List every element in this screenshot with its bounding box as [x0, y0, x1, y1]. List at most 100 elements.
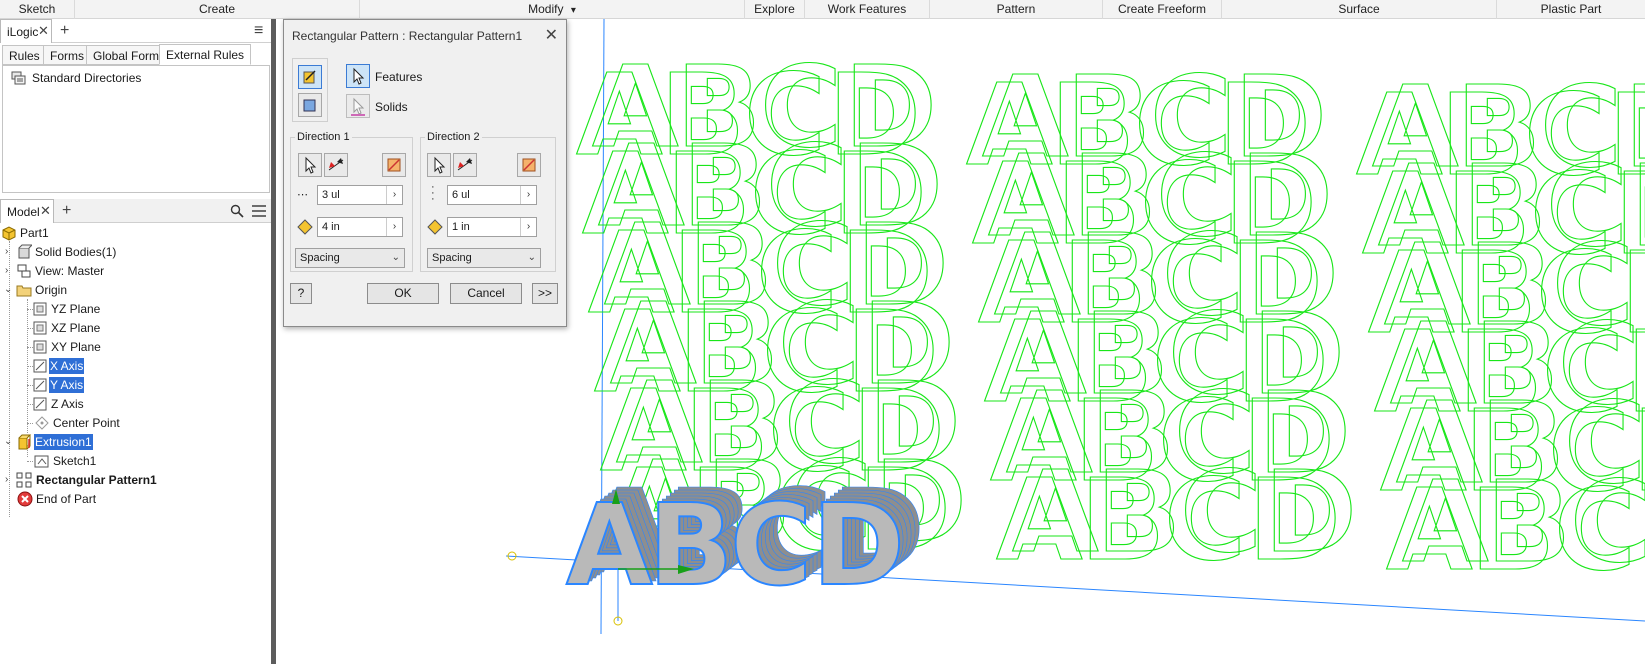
features-label: Features: [375, 70, 423, 84]
subtab-external-rules[interactable]: External Rules: [159, 44, 252, 65]
menu-icon[interactable]: [252, 205, 266, 217]
tree-item-solid-bodies[interactable]: › Solid Bodies(1): [0, 242, 271, 262]
solids-select-button[interactable]: [346, 94, 370, 118]
solids-label: Solids: [375, 100, 408, 114]
chevron-right-icon[interactable]: ›: [5, 246, 15, 258]
axis-icon: [33, 397, 47, 411]
tree-item-end-of-part[interactable]: End of Part: [0, 489, 271, 509]
extrusion1-solid[interactable]: AAAAAA BBBBBB CCCCCC DDDDDD: [565, 466, 925, 612]
direction2-flip-button[interactable]: [453, 153, 477, 177]
direction2-count-input[interactable]: 6 ul ›: [447, 185, 537, 205]
close-icon[interactable]: ✕: [40, 199, 51, 223]
tree-item-part1[interactable]: Part1: [0, 223, 271, 243]
midplane-icon: [387, 158, 401, 172]
tree-item-yz-plane[interactable]: YZ Plane: [0, 299, 271, 319]
direction1-count-input[interactable]: 3 ul ›: [317, 185, 403, 205]
direction1-flip-button[interactable]: [324, 153, 348, 177]
cursor-arrow-icon: [351, 97, 365, 116]
tree-item-origin[interactable]: ⌄ Origin: [0, 280, 271, 300]
direction1-midplane-button[interactable]: [382, 153, 406, 177]
help-button[interactable]: ?: [290, 283, 312, 304]
count-icon: · · ·: [431, 181, 435, 205]
tree-item-z-axis[interactable]: Z Axis: [0, 394, 271, 414]
ribbon: Sketch Create Modify ▾ Explore Work Feat…: [0, 0, 1645, 19]
plane-icon: [33, 340, 47, 354]
add-icon[interactable]: +: [60, 19, 69, 43]
more-options-button[interactable]: >>: [532, 283, 558, 304]
direction2-method-select[interactable]: Spacing ⌄: [427, 248, 541, 268]
chevron-right-icon[interactable]: ›: [5, 265, 15, 277]
direction2-title: Direction 2: [425, 131, 482, 143]
chevron-right-icon[interactable]: ›: [520, 186, 536, 204]
rectangular-pattern-dialog: Rectangular Pattern : Rectangular Patter…: [283, 19, 567, 327]
search-icon[interactable]: [230, 204, 244, 218]
plane-icon: [33, 302, 47, 316]
subtab-rules[interactable]: Rules: [2, 45, 47, 65]
tree-item-y-axis[interactable]: Y Axis: [0, 375, 271, 395]
sketch-icon: [34, 455, 49, 468]
direction2-select-button[interactable]: [427, 153, 451, 177]
menu-icon[interactable]: ≡: [254, 19, 263, 43]
ribbon-tab-pattern[interactable]: Pattern: [930, 0, 1103, 19]
ribbon-tab-modify-label: Modify: [528, 2, 564, 16]
ilogic-rules-list: Standard Directories: [2, 65, 270, 193]
direction1-spacing-input[interactable]: 4 in ›: [317, 217, 403, 237]
tree-item-xz-plane[interactable]: XZ Plane: [0, 318, 271, 338]
tree-item-label: Solid Bodies(1): [35, 245, 117, 259]
tree-item-label: End of Part: [36, 492, 97, 506]
chevron-down-icon[interactable]: ⌄: [4, 436, 14, 448]
spacing-icon: [297, 219, 313, 235]
direction1-method-value: Spacing: [300, 252, 340, 264]
tree-item-label: XZ Plane: [51, 321, 101, 335]
solid-bodies-icon: [18, 244, 32, 259]
tree-item-xy-plane[interactable]: XY Plane: [0, 337, 271, 357]
solid-pattern-icon: [303, 99, 316, 112]
subtab-forms[interactable]: Forms: [43, 45, 91, 65]
chevron-right-icon[interactable]: ›: [386, 186, 402, 204]
tree-item-label: Part1: [20, 226, 49, 240]
close-icon[interactable]: ✕: [545, 25, 558, 45]
list-item[interactable]: Standard Directories: [3, 68, 263, 88]
tree-guide: [27, 461, 33, 462]
direction1-select-button[interactable]: [298, 153, 322, 177]
ribbon-tab-surface[interactable]: Surface: [1222, 0, 1497, 19]
direction2-method-value: Spacing: [432, 252, 472, 264]
tree-item-label: Extrusion1: [34, 434, 93, 450]
chevron-right-icon[interactable]: ›: [5, 474, 15, 486]
pattern-solid-button[interactable]: [298, 93, 322, 117]
tree-item-rectangular-pattern1[interactable]: › Rectangular Pattern1: [0, 470, 271, 490]
pattern-type-group: [292, 58, 328, 122]
tree-item-extrusion1[interactable]: ⌄ Extrusion1: [0, 432, 271, 452]
add-icon[interactable]: +: [62, 199, 71, 223]
tree-item-sketch1[interactable]: Sketch1: [0, 451, 271, 471]
direction1-method-select[interactable]: Spacing ⌄: [295, 248, 405, 268]
ribbon-tab-create-freeform[interactable]: Create Freeform: [1103, 0, 1222, 19]
tree-item-x-axis[interactable]: X Axis: [0, 356, 271, 376]
tree-item-label: XY Plane: [51, 340, 101, 354]
pattern-instance-letter: D: [1264, 448, 1357, 578]
close-icon[interactable]: ✕: [38, 19, 49, 43]
chevron-right-icon[interactable]: ›: [386, 218, 402, 236]
ribbon-tab-modify[interactable]: Modify ▾: [360, 0, 745, 19]
ribbon-tab-work-features[interactable]: Work Features: [805, 0, 930, 19]
ribbon-tab-sketch[interactable]: Sketch: [0, 0, 75, 19]
tree-item-label: Origin: [35, 283, 68, 297]
dialog-title: Rectangular Pattern : Rectangular Patter…: [292, 29, 523, 43]
pattern-individual-features-button[interactable]: [298, 65, 322, 89]
chevron-down-icon[interactable]: ⌄: [4, 284, 14, 296]
tree-item-label: Z Axis: [51, 397, 84, 411]
point-icon: [35, 416, 49, 430]
tree-item-view-master[interactable]: › View: Master: [0, 261, 271, 281]
direction2-spacing-input[interactable]: 1 in ›: [447, 217, 537, 237]
ribbon-tab-plastic-part[interactable]: Plastic Part: [1497, 0, 1645, 19]
direction2-spacing-value: 1 in: [452, 221, 470, 233]
ribbon-tab-create[interactable]: Create: [75, 0, 360, 19]
cancel-button[interactable]: Cancel: [450, 283, 522, 304]
features-select-button[interactable]: [346, 64, 370, 88]
solid-face-letter: C: [730, 481, 812, 611]
direction2-midplane-button[interactable]: [517, 153, 541, 177]
tree-item-center-point[interactable]: Center Point: [0, 413, 271, 433]
chevron-right-icon[interactable]: ›: [520, 218, 536, 236]
ribbon-tab-explore[interactable]: Explore: [745, 0, 805, 19]
ok-button[interactable]: OK: [367, 283, 439, 304]
